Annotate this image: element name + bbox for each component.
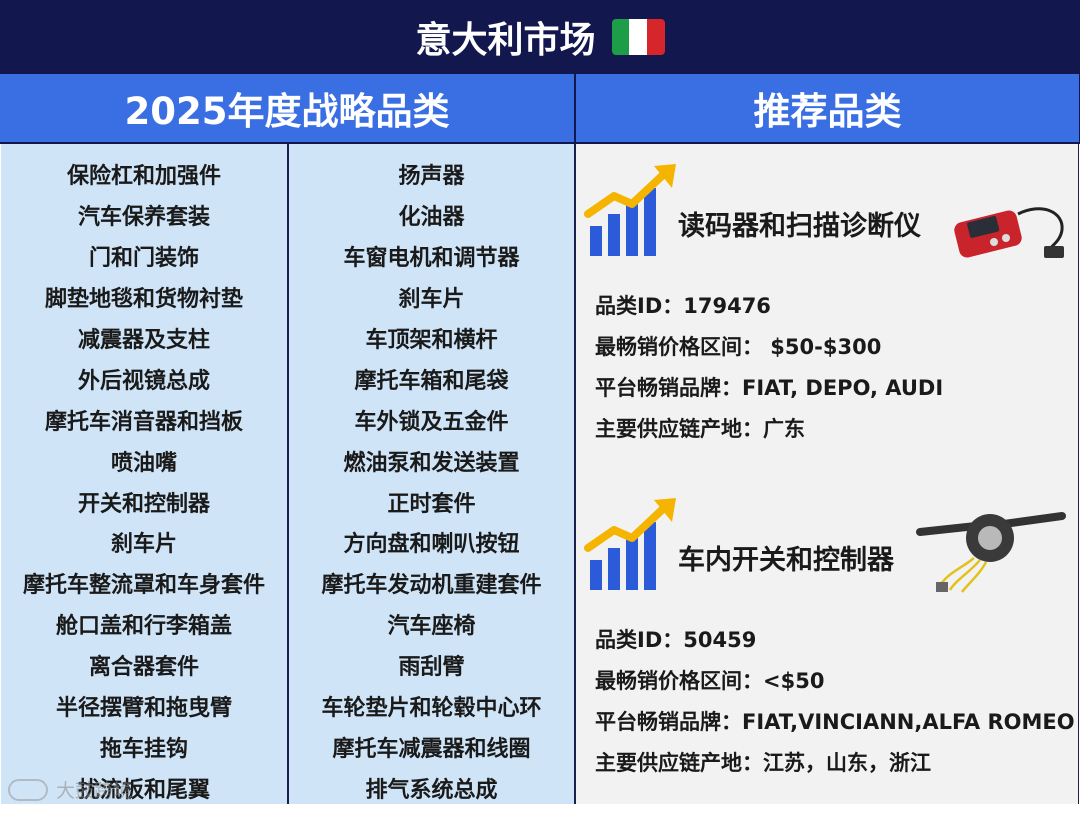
- list-item: 车窗电机和调节器: [343, 246, 520, 272]
- list-item: 摩托车箱和尾袋: [354, 368, 509, 394]
- list-item: 排气系统总成: [365, 777, 498, 803]
- category-title: 车内开关和控制器: [678, 545, 894, 576]
- category-id: 品类ID：50459: [595, 628, 757, 652]
- list-item: 减震器及支柱: [77, 328, 210, 353]
- list-item: 脚垫地毯和货物衬垫: [44, 287, 243, 313]
- list-item: 汽车座椅: [387, 614, 476, 640]
- obd-scanner-icon: [954, 207, 1064, 258]
- watermark-logo-icon: [8, 778, 48, 801]
- list-item: 开关和控制器: [77, 491, 210, 517]
- supply-origin: 主要供应链产地：江苏，山东，浙江: [595, 751, 931, 775]
- watermark-text: 大鼓跨境: [56, 780, 133, 802]
- list-item: 车外锁及五金件: [354, 409, 509, 435]
- list-item: 正时套件: [387, 491, 476, 517]
- growth-chart-icon: [584, 164, 676, 256]
- top-brands: 平台畅销品牌：FIAT,VINCIANN,ALFA ROMEO: [595, 710, 1075, 734]
- list-item: 刹车片: [398, 287, 465, 313]
- recommended-panel: 读码器和扫描诊断仪 品类ID：179476 最畅销价格区间： $50-$300 …: [576, 144, 1079, 804]
- list-item: 摩托车整流罩和车身套件: [22, 573, 265, 599]
- watermark: 大鼓跨境: [8, 776, 132, 803]
- list-item: 摩托车减震器和线圈: [332, 736, 531, 762]
- list-item: 刹车片: [110, 532, 177, 558]
- list-item: 门和门装饰: [88, 246, 199, 272]
- recommended-block-switches: 车内开关和控制器 品类ID：50459 最畅销价格区间：<$50 平台畅销品牌：…: [576, 496, 1079, 775]
- list-item: 化油器: [398, 205, 465, 231]
- strategic-categories-header: 2025年度战略品类: [0, 74, 576, 144]
- list-item: 保险杠和加强件: [66, 164, 221, 190]
- list-item: 喷油嘴: [110, 450, 177, 476]
- list-item: 舱口盖和行李箱盖: [55, 614, 232, 640]
- page-title: 意大利市场: [415, 20, 596, 61]
- recommended-block-scanner: 读码器和扫描诊断仪 品类ID：179476 最畅销价格区间： $50-$300 …: [576, 162, 1079, 441]
- category-column-a: 保险杠和加强件 汽车保养套装 门和门装饰 脚垫地毯和货物衬垫 减震器及支柱 外后…: [1, 144, 289, 804]
- category-column-b: 扬声器 化油器 车窗电机和调节器 刹车片 车顶架和横杆 摩托车箱和尾袋 车外锁及…: [289, 144, 576, 804]
- supply-origin: 主要供应链产地：广东: [595, 417, 805, 441]
- category-id: 品类ID：179476: [595, 294, 771, 318]
- list-item: 燃油泵和发送装置: [343, 450, 520, 476]
- recommended-categories-header: 推荐品类: [576, 74, 1080, 144]
- list-item: 车顶架和横杆: [365, 328, 498, 353]
- recommended-block-header: 读码器和扫描诊断仪: [576, 162, 1079, 262]
- table-header-row: 2025年度战略品类 推荐品类: [0, 74, 1080, 144]
- list-item: 半径摆臂和拖曳臂: [55, 696, 232, 722]
- list-item: 扬声器: [398, 164, 465, 190]
- steering-switch-icon: [916, 512, 1066, 593]
- list-item: 雨刮臂: [398, 655, 465, 681]
- price-range: 最畅销价格区间： $50-$300: [595, 335, 882, 359]
- top-brands: 平台畅销品牌：FIAT, DEPO, AUDI: [595, 376, 944, 400]
- list-item: 汽车保养套装: [77, 205, 210, 231]
- list-item: 车轮垫片和轮毂中心环: [321, 696, 542, 722]
- growth-chart-icon: [584, 498, 676, 590]
- title-bar: 意大利市场: [0, 0, 1080, 74]
- list-item: 离合器套件: [88, 655, 199, 681]
- list-item: 外后视镜总成: [77, 368, 210, 394]
- list-item: 摩托车消音器和挡板: [44, 409, 243, 435]
- recommended-block-header: 车内开关和控制器: [576, 496, 1079, 596]
- category-title: 读码器和扫描诊断仪: [678, 211, 921, 242]
- list-item: 方向盘和喇叭按钮: [343, 532, 520, 558]
- price-range: 最畅销价格区间：<$50: [595, 669, 825, 693]
- italy-flag-icon: [611, 19, 665, 55]
- list-item: 摩托车发动机重建套件: [321, 573, 542, 599]
- list-item: 拖车挂钩: [99, 736, 188, 762]
